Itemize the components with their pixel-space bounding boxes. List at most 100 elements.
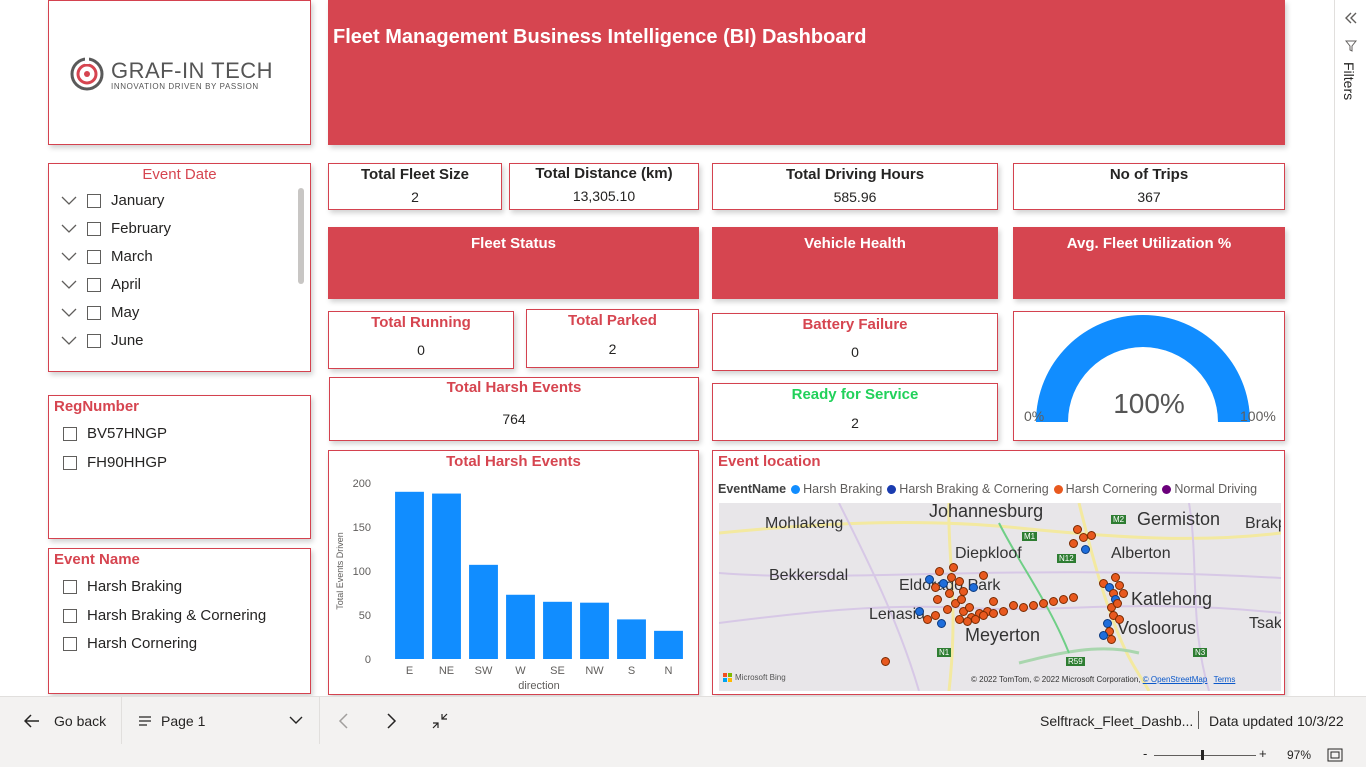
legend-item[interactable]: Harsh Cornering — [1053, 482, 1157, 496]
checkbox[interactable] — [63, 426, 77, 441]
harsh-cornering-marker[interactable] — [957, 595, 966, 604]
harsh-cornering-marker[interactable] — [1019, 603, 1028, 612]
zoom-out-button[interactable]: - — [1143, 746, 1147, 761]
harsh-cornering-marker[interactable] — [1039, 599, 1048, 608]
bar-sw[interactable] — [469, 564, 498, 659]
harsh-braking-marker[interactable] — [939, 579, 948, 588]
filters-label[interactable]: Filters — [1341, 62, 1357, 100]
zoom-slider[interactable] — [1154, 755, 1256, 756]
harsh-cornering-marker[interactable] — [935, 567, 944, 576]
legend-item[interactable]: Normal Driving — [1162, 482, 1257, 496]
event-date-item[interactable]: February — [61, 220, 171, 237]
slicer-scrollbar[interactable] — [298, 188, 304, 284]
harsh-braking-marker[interactable] — [969, 583, 978, 592]
chevron-down-icon[interactable] — [61, 308, 77, 318]
map-canvas[interactable]: Johannesburg Germiston Brakp Mohlakeng D… — [719, 503, 1281, 691]
harsh-cornering-marker[interactable] — [943, 605, 952, 614]
chevron-down-icon[interactable] — [61, 224, 77, 234]
chevron-down-icon[interactable] — [61, 280, 77, 290]
harsh-cornering-marker[interactable] — [1069, 539, 1078, 548]
harsh-cornering-marker[interactable] — [1069, 593, 1078, 602]
event-date-item[interactable]: March — [61, 248, 153, 265]
harsh-cornering-marker[interactable] — [945, 589, 954, 598]
checkbox[interactable] — [87, 333, 101, 348]
harsh-cornering-marker[interactable] — [933, 595, 942, 604]
harsh-cornering-marker[interactable] — [949, 563, 958, 572]
fit-screen-icon[interactable] — [1327, 748, 1343, 762]
zoom-in-button[interactable]: + — [1259, 746, 1267, 761]
harsh-cornering-marker[interactable] — [1029, 601, 1038, 610]
harsh-cornering-marker[interactable] — [1107, 635, 1116, 644]
page-selector[interactable]: Page 1 — [123, 697, 320, 745]
checkbox[interactable] — [87, 277, 101, 292]
event-date-item[interactable]: January — [61, 192, 164, 209]
checkbox[interactable] — [63, 579, 77, 594]
previous-page-icon[interactable] — [338, 713, 348, 729]
checkbox[interactable] — [87, 221, 101, 236]
event-date-item[interactable]: May — [61, 304, 139, 321]
bar-e[interactable] — [395, 491, 424, 659]
zoom-slider-thumb[interactable] — [1201, 750, 1204, 760]
place-alberton: Alberton — [1111, 545, 1171, 562]
event-item-harsh-braking-cornering[interactable]: Harsh Braking & Cornering — [63, 607, 266, 624]
graf-in-logo-icon — [70, 56, 104, 91]
harsh-cornering-marker[interactable] — [1059, 595, 1068, 604]
checkbox[interactable] — [87, 249, 101, 264]
event-item-harsh-cornering[interactable]: Harsh Cornering — [63, 635, 197, 652]
harsh-cornering-marker[interactable] — [965, 603, 974, 612]
bar-w[interactable] — [506, 594, 535, 659]
place-katlehong: Katlehong — [1131, 589, 1213, 609]
kpi-no-of-trips: No of Trips 367 — [1013, 163, 1285, 210]
reg-item-bv57hngp[interactable]: BV57HNGP — [63, 425, 167, 442]
harsh-cornering-marker[interactable] — [1049, 597, 1058, 606]
y-tick-label: 50 — [359, 610, 371, 622]
legend-dot-icon — [1053, 484, 1063, 494]
harsh-cornering-marker[interactable] — [989, 609, 998, 618]
harsh-cornering-marker[interactable] — [979, 611, 988, 620]
filter-funnel-icon[interactable] — [1345, 40, 1357, 52]
event-date-label: March — [111, 248, 153, 265]
data-updated-text: Data updated 10/3/22 — [1209, 713, 1344, 729]
event-date-item[interactable]: June — [61, 332, 144, 349]
chevron-down-icon[interactable] — [61, 252, 77, 262]
checkbox[interactable] — [87, 193, 101, 208]
checkbox[interactable] — [63, 608, 77, 623]
legend-item[interactable]: Harsh Braking & Cornering — [887, 482, 1049, 496]
harsh-cornering-marker[interactable] — [955, 577, 964, 586]
chevron-down-icon[interactable] — [61, 196, 77, 206]
next-page-icon[interactable] — [387, 713, 397, 729]
chevron-down-icon[interactable] — [61, 336, 77, 346]
harsh-cornering-marker[interactable] — [1115, 615, 1124, 624]
x-axis-label: direction — [518, 680, 560, 692]
fit-to-page-icon[interactable] — [432, 713, 448, 729]
legend-item[interactable]: Harsh Braking — [791, 482, 882, 496]
harsh-cornering-marker[interactable] — [1119, 589, 1128, 598]
bar-s[interactable] — [617, 619, 646, 659]
event-item-harsh-braking[interactable]: Harsh Braking — [63, 578, 182, 595]
harsh-cornering-marker[interactable] — [881, 657, 890, 666]
reg-item-fh90hhgp[interactable]: FH90HHGP — [63, 454, 167, 471]
bar-se[interactable] — [543, 601, 572, 659]
harsh-cornering-marker[interactable] — [979, 571, 988, 580]
bar-n[interactable] — [654, 630, 683, 659]
kpi-label: Total Driving Hours — [785, 166, 925, 183]
terms-link[interactable]: Terms — [1214, 675, 1236, 684]
harsh-cornering-marker[interactable] — [1009, 601, 1018, 610]
collapse-chevrons-icon[interactable] — [1345, 12, 1357, 24]
harsh-cornering-marker[interactable] — [1087, 531, 1096, 540]
checkbox[interactable] — [63, 636, 77, 651]
harsh-braking-marker[interactable] — [937, 619, 946, 628]
header-banner: Fleet Management Business Intelligence (… — [328, 0, 1285, 145]
bar-nw[interactable] — [580, 602, 609, 659]
osm-link[interactable]: © OpenStreetMap — [1143, 675, 1208, 684]
harsh-cornering-marker[interactable] — [1113, 599, 1122, 608]
harsh-braking-marker[interactable] — [1081, 545, 1090, 554]
event-date-item[interactable]: April — [61, 276, 141, 293]
checkbox[interactable] — [63, 455, 77, 470]
harsh-cornering-marker[interactable] — [989, 597, 998, 606]
harsh-braking-marker[interactable] — [915, 607, 924, 616]
bar-ne[interactable] — [432, 493, 461, 659]
harsh-cornering-marker[interactable] — [999, 607, 1008, 616]
checkbox[interactable] — [87, 305, 101, 320]
go-back-button[interactable]: Go back — [0, 697, 122, 745]
